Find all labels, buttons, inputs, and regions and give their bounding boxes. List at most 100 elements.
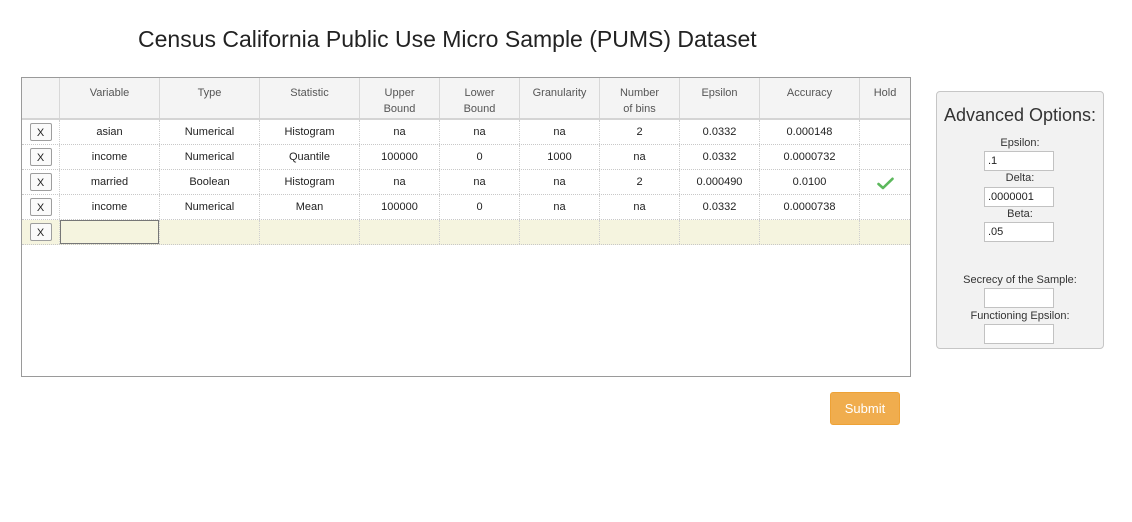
accuracy-cell[interactable]: 0.0100: [760, 170, 860, 194]
delete-row-button[interactable]: X: [29, 198, 52, 216]
lower-bound-cell[interactable]: na: [440, 120, 520, 144]
accuracy-cell[interactable]: 0.0000738: [760, 195, 860, 219]
table-header: Variable Type Statistic Upper Bound Lower…: [22, 78, 910, 120]
number-of-bins-cell[interactable]: na: [600, 195, 680, 219]
delete-row-button[interactable]: X: [29, 173, 52, 191]
lower-bound-cell[interactable]: [440, 220, 520, 244]
variable-cell[interactable]: asian: [60, 120, 160, 144]
lower-bound-cell[interactable]: 0: [440, 145, 520, 169]
new-entry-row: X: [22, 220, 910, 245]
upper-bound-cell[interactable]: [360, 220, 440, 244]
submit-button[interactable]: Submit: [830, 392, 900, 425]
delete-row-button[interactable]: X: [29, 123, 52, 141]
header-label: Epsilon: [701, 87, 738, 99]
header-epsilon: Epsilon: [680, 78, 760, 118]
statistic-cell[interactable]: [260, 220, 360, 244]
beta-label: Beta:: [1007, 208, 1033, 220]
granularity-cell[interactable]: na: [520, 195, 600, 219]
table-row: X asian Numerical Histogram na na na 2 0…: [22, 120, 910, 145]
header-granularity: Granularity: [520, 78, 600, 118]
header-lower-bound: Lower Bound: [440, 78, 520, 118]
secrecy-of-sample-field[interactable]: [984, 288, 1054, 308]
secrecy-of-sample-label: Secrecy of the Sample:: [963, 274, 1077, 286]
delete-cell: X: [22, 220, 60, 244]
header-type: Type: [160, 78, 260, 118]
epsilon-cell[interactable]: [680, 220, 760, 244]
hold-cell[interactable]: [860, 145, 910, 169]
header-accuracy: Accuracy: [760, 78, 860, 118]
number-of-bins-cell[interactable]: na: [600, 145, 680, 169]
number-of-bins-cell[interactable]: [600, 220, 680, 244]
granularity-cell[interactable]: na: [520, 170, 600, 194]
header-label: Bound: [383, 103, 416, 115]
delete-cell: X: [22, 145, 60, 169]
type-cell[interactable]: Boolean: [160, 170, 260, 194]
epsilon-cell[interactable]: 0.000490: [680, 170, 760, 194]
epsilon-cell[interactable]: 0.0332: [680, 145, 760, 169]
epsilon-cell[interactable]: 0.0332: [680, 120, 760, 144]
accuracy-cell[interactable]: 0.000148: [760, 120, 860, 144]
upper-bound-cell[interactable]: na: [360, 120, 440, 144]
granularity-cell[interactable]: 1000: [520, 145, 600, 169]
epsilon-field[interactable]: [984, 151, 1054, 171]
upper-bound-cell[interactable]: na: [360, 170, 440, 194]
statistic-cell[interactable]: Quantile: [260, 145, 360, 169]
type-cell[interactable]: Numerical: [160, 195, 260, 219]
variable-cell[interactable]: income: [60, 195, 160, 219]
hold-cell[interactable]: [860, 120, 910, 144]
variable-cell[interactable]: [60, 220, 160, 244]
header-label: Statistic: [290, 87, 329, 99]
header-label: Type: [197, 87, 222, 99]
accuracy-cell[interactable]: [760, 220, 860, 244]
delta-label: Delta:: [1005, 172, 1035, 184]
variable-cell[interactable]: income: [60, 145, 160, 169]
delta-field[interactable]: [984, 187, 1054, 207]
header-hold: Hold: [860, 78, 910, 118]
delete-cell: X: [22, 195, 60, 219]
header-label: Bound: [463, 103, 496, 115]
hold-cell[interactable]: [860, 220, 910, 244]
header-delete: [22, 78, 60, 118]
type-cell[interactable]: Numerical: [160, 120, 260, 144]
delete-row-button[interactable]: X: [29, 148, 52, 166]
number-of-bins-cell[interactable]: 2: [600, 170, 680, 194]
upper-bound-cell[interactable]: 100000: [360, 145, 440, 169]
table-row: X income Numerical Mean 100000 0 na na 0…: [22, 195, 910, 220]
accuracy-cell[interactable]: 0.0000732: [760, 145, 860, 169]
advanced-options-title: Advanced Options:: [943, 105, 1097, 125]
functioning-epsilon-label: Functioning Epsilon:: [970, 310, 1070, 322]
functioning-epsilon-field[interactable]: [984, 324, 1054, 344]
header-label: Variable: [89, 87, 130, 99]
statistic-cell[interactable]: Mean: [260, 195, 360, 219]
statistic-cell[interactable]: Histogram: [260, 170, 360, 194]
header-label: Accuracy: [786, 87, 833, 99]
page-title: Census California Public Use Micro Sampl…: [138, 26, 757, 52]
granularity-cell[interactable]: na: [520, 120, 600, 144]
granularity-cell[interactable]: [520, 220, 600, 244]
statistic-cell[interactable]: Histogram: [260, 120, 360, 144]
epsilon-cell[interactable]: 0.0332: [680, 195, 760, 219]
number-of-bins-cell[interactable]: 2: [600, 120, 680, 144]
type-cell[interactable]: Numerical: [160, 145, 260, 169]
variable-input[interactable]: [60, 220, 159, 244]
check-icon: [876, 175, 894, 194]
delete-cell: X: [22, 120, 60, 144]
lower-bound-cell[interactable]: 0: [440, 195, 520, 219]
header-label: Hold: [873, 87, 897, 99]
beta-field[interactable]: [984, 222, 1054, 242]
header-statistic: Statistic: [260, 78, 360, 118]
header-number-of-bins: Number of bins: [600, 78, 680, 118]
header-label: of bins: [623, 103, 656, 115]
hold-cell[interactable]: [860, 170, 910, 194]
hold-cell[interactable]: [860, 195, 910, 219]
delete-cell: X: [22, 170, 60, 194]
variable-cell[interactable]: married: [60, 170, 160, 194]
type-cell[interactable]: [160, 220, 260, 244]
header-label: Upper: [384, 87, 415, 99]
header-label: Number: [619, 87, 660, 99]
header-upper-bound: Upper Bound: [360, 78, 440, 118]
delete-row-button[interactable]: X: [29, 223, 52, 241]
lower-bound-cell[interactable]: na: [440, 170, 520, 194]
upper-bound-cell[interactable]: 100000: [360, 195, 440, 219]
epsilon-label: Epsilon:: [1000, 137, 1040, 149]
